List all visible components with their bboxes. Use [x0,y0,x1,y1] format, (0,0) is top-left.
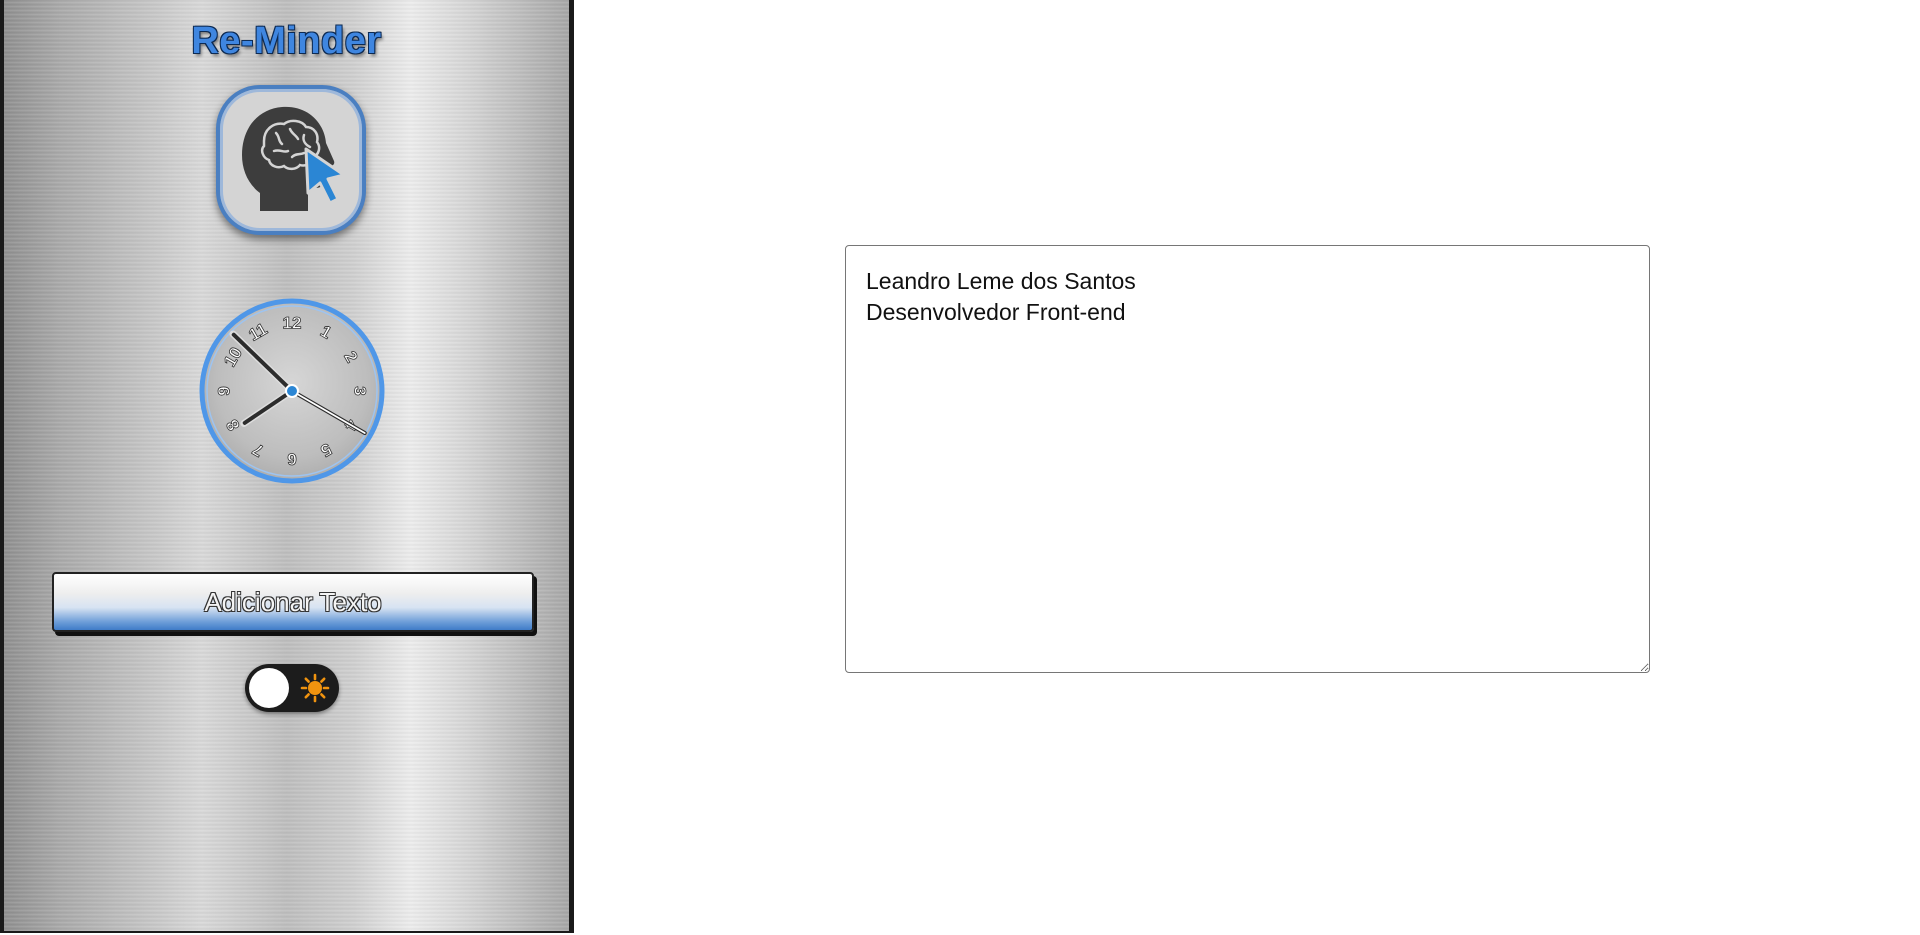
brain-head-cursor-icon [242,106,346,211]
sidebar: Re-Minder 12 1 2 3 5 6 7 8 9 10 11 Adici… [0,0,574,933]
clock-number: 12 [283,314,302,333]
clock-number: 9 [215,386,234,395]
analog-clock: 121234567891011 [198,297,386,485]
clock-number: 6 [287,450,296,469]
clock-number: 3 [351,386,370,395]
app-logo [216,85,366,235]
toggle-knob [249,668,289,708]
app-title: Re-Minder [191,20,382,62]
theme-toggle[interactable] [245,664,339,712]
clock-center-pin [285,384,299,398]
app-root: Re-Minder 12 1 2 3 5 6 7 8 9 10 11 Adici… [0,0,1920,935]
sun-icon [300,673,330,703]
note-textarea[interactable]: Leandro Leme dos Santos Desenvolvedor Fr… [845,245,1650,673]
add-text-button[interactable]: Adicionar Texto [52,572,534,632]
clock-face: 121234567891011 [199,298,385,484]
